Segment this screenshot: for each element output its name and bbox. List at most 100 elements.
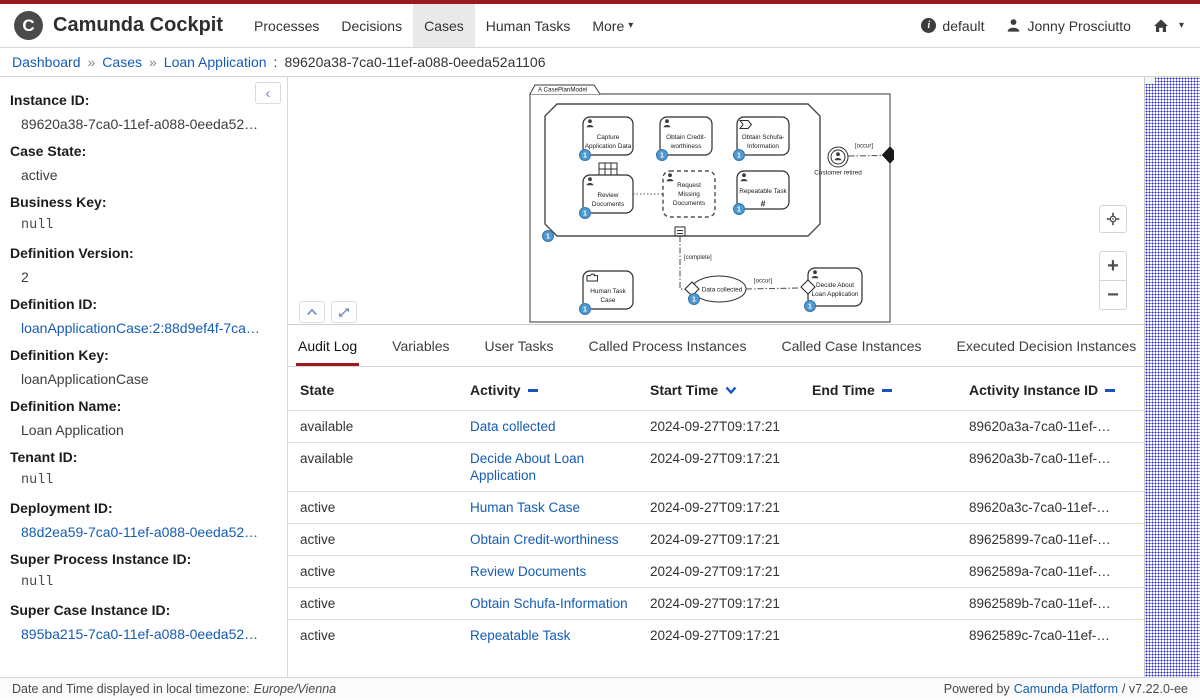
- svg-text:1: 1: [737, 153, 741, 160]
- table-row: available Data collected 2024-09-27T09:1…: [288, 410, 1144, 442]
- sort-remove-icon[interactable]: [1105, 389, 1115, 392]
- user-menu[interactable]: Jonny Prosciutto: [1006, 18, 1131, 34]
- instance-count-badge: 1: [580, 208, 591, 219]
- tab-variables[interactable]: Variables: [390, 338, 451, 366]
- svg-text:Request: Request: [677, 182, 701, 189]
- cell-activity-link[interactable]: Data collected: [470, 418, 650, 435]
- sort-remove-icon[interactable]: [528, 389, 538, 392]
- main-nav: Processes Decisions Cases Human Tasks Mo…: [243, 4, 644, 47]
- task-capture-application-data[interactable]: Capture Application Data 1: [580, 117, 634, 161]
- task-obtain-credit-worthiness[interactable]: Obtain Credit- worthiness 1: [657, 117, 713, 161]
- cell-activity-instance-id: 8962589c-7ca0-11ef-…: [969, 627, 1138, 644]
- tab-called-process-instances[interactable]: Called Process Instances: [586, 338, 748, 366]
- super-case-instance-id-link[interactable]: 895ba215-7ca0-11ef-a088-0eeda52…: [10, 626, 273, 642]
- nav-item-more[interactable]: More ▾: [581, 4, 644, 47]
- deployment-id-link[interactable]: 88d2ea59-7ca0-11ef-a088-0eeda52…: [10, 524, 273, 540]
- breadcrumb-definition[interactable]: Loan Application: [164, 54, 267, 70]
- svg-text:Application Data: Application Data: [585, 143, 632, 150]
- svg-text:Obtain Schufa-: Obtain Schufa-: [742, 134, 785, 141]
- home-menu[interactable]: ▾: [1153, 18, 1184, 33]
- cell-start-time: 2024-09-27T09:17:21: [650, 563, 812, 580]
- detail-tabs: Audit Log Variables User Tasks Called Pr…: [288, 325, 1144, 367]
- instance-count-badge: 1: [580, 150, 591, 161]
- tab-user-tasks[interactable]: User Tasks: [483, 338, 556, 366]
- table-row: active Human Task Case 2024-09-27T09:17:…: [288, 491, 1144, 523]
- cell-end-time: [812, 531, 969, 548]
- nav-item-decisions[interactable]: Decisions: [330, 4, 413, 47]
- table-header-row: State Activity Start Time End Time: [288, 367, 1144, 410]
- sort-descending-icon[interactable]: [725, 386, 737, 395]
- cell-state: available: [300, 450, 470, 484]
- caret-down-icon: ▾: [628, 20, 633, 31]
- cell-activity-link[interactable]: Repeatable Task: [470, 627, 650, 644]
- cell-end-time: [812, 627, 969, 644]
- svg-text:Human Task: Human Task: [590, 288, 626, 295]
- nav-item-processes[interactable]: Processes: [243, 4, 330, 47]
- cell-end-time: [812, 595, 969, 612]
- task-decide-about-loan-application[interactable]: Decide About Loan Application 1: [801, 268, 862, 312]
- svg-text:Repeatable Task: Repeatable Task: [739, 188, 787, 195]
- cell-end-time: [812, 450, 969, 484]
- svg-text:Obtain Credit-: Obtain Credit-: [666, 134, 706, 141]
- camunda-platform-link[interactable]: Camunda Platform: [1014, 682, 1118, 696]
- timezone-value: Europe/Vienna: [254, 682, 336, 696]
- engine-selector[interactable]: i default: [921, 18, 984, 34]
- task-obtain-schufa-information[interactable]: Obtain Schufa- Information 1: [734, 117, 790, 161]
- cell-activity-link[interactable]: Obtain Credit-worthiness: [470, 531, 650, 548]
- field-label: Instance ID:: [10, 92, 273, 108]
- collapsed-panel-resize-handle[interactable]: [1144, 77, 1200, 677]
- diagram-corner-controls: [299, 301, 357, 323]
- sidebar-collapse-button[interactable]: ‹: [255, 82, 281, 104]
- cell-state: available: [300, 418, 470, 435]
- collapse-diagram-button[interactable]: [299, 301, 325, 323]
- maximize-diagram-button[interactable]: [331, 301, 357, 323]
- cell-activity-link[interactable]: Obtain Schufa-Information: [470, 595, 650, 612]
- breadcrumb-separator: »: [88, 54, 96, 70]
- home-icon: [1153, 18, 1169, 33]
- brand[interactable]: C Camunda Cockpit: [14, 4, 223, 47]
- breadcrumb-dashboard[interactable]: Dashboard: [12, 54, 81, 70]
- field-value: null: [10, 218, 273, 234]
- main-area: ‹ Instance ID: 89620a38-7ca0-11ef-a088-0…: [0, 77, 1200, 677]
- zoom-out-button[interactable]: −: [1099, 280, 1127, 310]
- task-request-missing-documents[interactable]: Request Missing Documents: [663, 171, 715, 217]
- svg-text:Decide About: Decide About: [816, 282, 854, 289]
- field-tenant-id: Tenant ID: null: [10, 449, 273, 489]
- column-header-activity-instance-id: Activity Instance ID: [969, 382, 1138, 398]
- field-value: null: [10, 575, 273, 591]
- expand-icon: [338, 306, 350, 319]
- field-label: Business Key:: [10, 194, 273, 210]
- sort-remove-icon[interactable]: [882, 389, 892, 392]
- field-deployment-id: Deployment ID: 88d2ea59-7ca0-11ef-a088-0…: [10, 500, 273, 540]
- cell-end-time: [812, 499, 969, 516]
- reset-zoom-button[interactable]: [1099, 205, 1127, 233]
- field-definition-name: Definition Name: Loan Application: [10, 398, 273, 438]
- breadcrumb-cases[interactable]: Cases: [102, 54, 142, 70]
- definition-id-link[interactable]: loanApplicationCase:2:88d9ef4f-7ca…: [10, 320, 273, 336]
- task-repeatable[interactable]: Repeatable Task # 1: [734, 171, 790, 215]
- nav-item-cases[interactable]: Cases: [413, 4, 475, 47]
- powered-by-label: Powered by: [944, 682, 1010, 696]
- svg-text:1: 1: [808, 304, 812, 311]
- chevron-up-icon: [306, 307, 318, 317]
- user-name: Jonny Prosciutto: [1027, 18, 1131, 34]
- zoom-in-button[interactable]: +: [1099, 251, 1127, 281]
- cell-state: active: [300, 627, 470, 644]
- cell-activity-link[interactable]: Decide About Loan Application: [470, 450, 650, 484]
- instance-count-badge: 1: [734, 204, 745, 215]
- field-label: Definition Name:: [10, 398, 273, 414]
- field-definition-key: Definition Key: loanApplicationCase: [10, 347, 273, 387]
- task-human-task-case[interactable]: Human Task Case 1: [580, 271, 634, 315]
- svg-text:Loan Application: Loan Application: [812, 291, 859, 298]
- top-navbar: C Camunda Cockpit Processes Decisions Ca…: [0, 4, 1200, 48]
- nav-item-human-tasks[interactable]: Human Tasks: [475, 4, 582, 47]
- tab-executed-decision-instances[interactable]: Executed Decision Instances: [955, 338, 1139, 366]
- field-definition-id: Definition ID: loanApplicationCase:2:88d…: [10, 296, 273, 336]
- cell-activity-link[interactable]: Review Documents: [470, 563, 650, 580]
- tab-audit-log[interactable]: Audit Log: [296, 338, 359, 366]
- tab-called-case-instances[interactable]: Called Case Instances: [779, 338, 923, 366]
- field-instance-id: Instance ID: 89620a38-7ca0-11ef-a088-0ee…: [10, 92, 273, 132]
- breadcrumb-instance-id: 89620a38-7ca0-11ef-a088-0eeda52a1106: [284, 54, 545, 70]
- breadcrumb-separator: »: [149, 54, 157, 70]
- cell-activity-link[interactable]: Human Task Case: [470, 499, 650, 516]
